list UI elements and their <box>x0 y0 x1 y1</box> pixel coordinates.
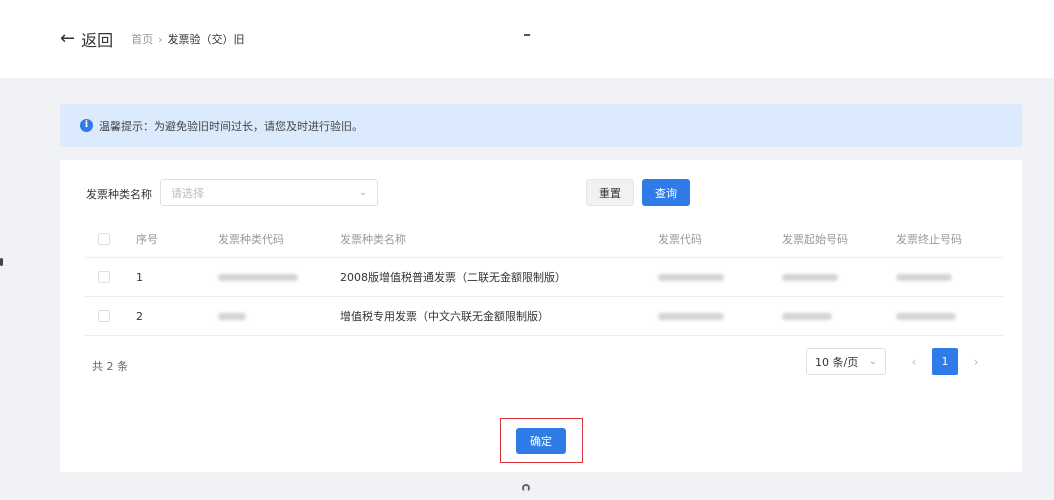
chevron-down-icon: ⌄ <box>358 187 367 198</box>
breadcrumb-current: 发票验（交）旧 <box>167 33 245 46</box>
confirm-button[interactable]: 确定 <box>516 428 566 454</box>
chevron-down-icon: ⌄ <box>868 356 877 367</box>
page-size-value: 10 条/页 <box>815 355 859 369</box>
reset-button[interactable]: 重置 <box>586 179 634 206</box>
table-row[interactable]: 2 增值税专用发票（中文六联无金额限制版） <box>84 297 1004 336</box>
chevron-left-icon: ‹ <box>911 354 917 369</box>
row-checkbox[interactable] <box>98 310 110 322</box>
row-index: 2 <box>136 309 143 323</box>
breadcrumb-home[interactable]: 首页 <box>131 31 153 47</box>
info-icon: i <box>80 119 93 132</box>
back-label: 返回 <box>81 31 114 50</box>
column-header-type-code: 发票种类代码 <box>218 232 284 246</box>
redacted-invoice-code <box>658 273 724 281</box>
next-page-button[interactable]: › <box>968 348 984 375</box>
invoice-type-select[interactable]: 请选择 ⌄ <box>160 179 378 206</box>
top-bar: ← 返回 首页 › 发票验（交）旧 <box>0 0 1054 78</box>
column-header-start-number: 发票起始号码 <box>782 232 848 246</box>
redacted-start-number <box>782 312 832 320</box>
column-header-end-number: 发票终止号码 <box>896 232 962 246</box>
redacted-type-code <box>218 312 246 320</box>
decorative-edge-mark <box>0 258 3 266</box>
chevron-right-icon: › <box>973 354 979 369</box>
prev-page-button[interactable]: ‹ <box>906 348 922 375</box>
tip-alert: i 温馨提示：为避免验旧时间过长，请您及时进行验旧。 <box>60 104 1022 147</box>
select-placeholder: 请选择 <box>171 186 204 200</box>
invoice-type-label: 发票种类名称 <box>86 188 152 201</box>
query-button[interactable]: 查询 <box>642 179 690 206</box>
select-all-checkbox[interactable] <box>98 232 110 245</box>
row-type-name: 增值税专用发票（中文六联无金额限制版） <box>340 310 549 323</box>
column-header-index: 序号 <box>136 232 158 246</box>
row-index: 1 <box>136 270 143 284</box>
breadcrumb: 首页 › 发票验（交）旧 <box>131 31 244 47</box>
table-header: 序号 发票种类代码 发票种类名称 发票代码 发票起始号码 发票终止号码 <box>84 220 1004 258</box>
decorative-mark <box>524 34 530 36</box>
invoice-table: 序号 发票种类代码 发票种类名称 发票代码 发票起始号码 发票终止号码 1 20… <box>84 220 1004 336</box>
total-count: 共 2 条 <box>92 360 128 373</box>
redacted-type-code <box>218 273 298 281</box>
row-checkbox[interactable] <box>98 271 110 283</box>
page-size-select[interactable]: 10 条/页 ⌄ <box>806 348 886 375</box>
redacted-invoice-code <box>658 312 724 320</box>
redacted-start-number <box>782 273 838 281</box>
table-row[interactable]: 1 2008版增值税普通发票（二联无金额限制版） <box>84 258 1004 297</box>
main-card: 发票种类名称 请选择 ⌄ 重置 查询 序号 发票种类代码 发票种类名称 发票代码… <box>60 160 1022 472</box>
tip-text: 温馨提示：为避免验旧时间过长，请您及时进行验旧。 <box>99 119 363 133</box>
arrow-left-icon: ← <box>60 28 76 49</box>
back-button[interactable]: ← 返回 <box>60 27 113 51</box>
column-header-type-name: 发票种类名称 <box>340 232 406 246</box>
row-type-name: 2008版增值税普通发票（二联无金额限制版） <box>340 271 566 284</box>
redacted-end-number <box>896 273 952 281</box>
redacted-end-number <box>896 312 956 320</box>
decorative-bottom-mark <box>522 484 530 492</box>
page-button-current[interactable]: 1 <box>932 348 958 375</box>
breadcrumb-separator: › <box>158 32 163 46</box>
column-header-invoice-code: 发票代码 <box>658 232 702 246</box>
